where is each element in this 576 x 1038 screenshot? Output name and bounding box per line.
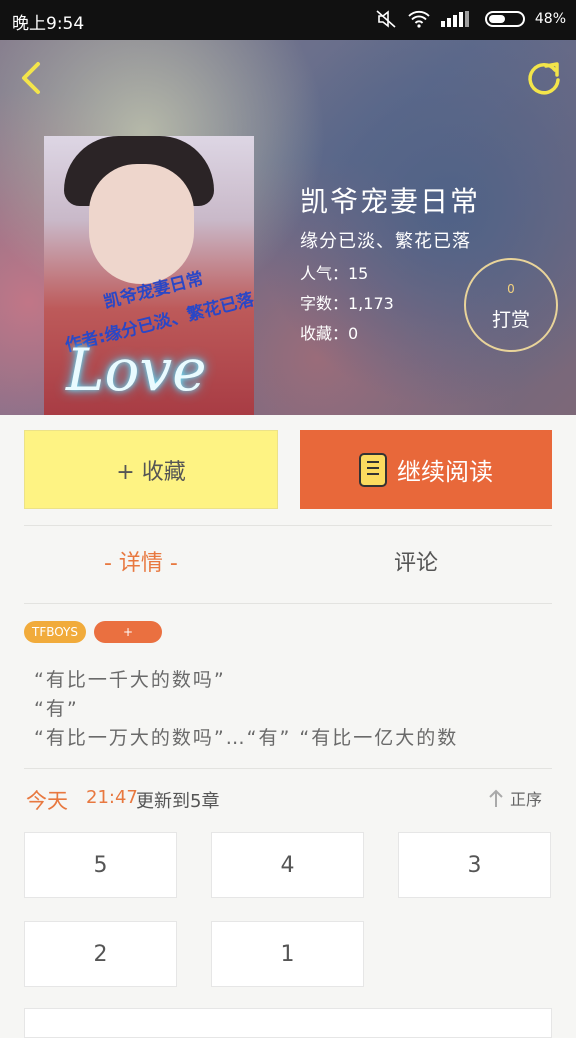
- sort-order-button[interactable]: 正序: [488, 786, 542, 810]
- description-line: “有比一万大的数吗”…“有” “有比一亿大的数: [34, 727, 459, 749]
- arrow-up-icon: [489, 789, 503, 807]
- chapter-list-more[interactable]: [24, 1008, 552, 1038]
- update-day: 今天: [26, 789, 68, 813]
- back-button[interactable]: [16, 58, 48, 98]
- divider: [24, 768, 552, 769]
- update-text: 更新到5章: [136, 791, 220, 812]
- refresh-button[interactable]: [524, 58, 564, 98]
- book-author: 缘分已淡、繁花已落: [300, 231, 471, 252]
- description-line: “有”: [34, 698, 79, 720]
- continue-reading-label: 继续阅读: [397, 458, 493, 486]
- battery-percent: 48%: [534, 11, 566, 27]
- word-count-stat: 字数：1,173: [300, 294, 394, 313]
- signal-icon: [440, 11, 469, 27]
- battery-icon: [484, 11, 525, 27]
- cover-art-text: Love: [66, 336, 207, 404]
- add-favorite-label: + 收藏: [116, 459, 186, 485]
- book-header: 凯爷宠妻日常 作者:缘分已淡、繁花已落 Love 凯爷宠妻日常 缘分已淡、繁花已…: [0, 40, 576, 415]
- continue-reading-button[interactable]: 继续阅读: [300, 430, 552, 509]
- chevron-left-icon: [22, 62, 40, 94]
- status-bar: 晚上9:54 48%: [0, 0, 576, 40]
- add-favorite-button[interactable]: + 收藏: [24, 430, 278, 509]
- tab-details[interactable]: - 详情 -: [104, 545, 178, 577]
- chapter-button[interactable]: 5: [24, 832, 177, 898]
- tip-button[interactable]: 0 打赏: [464, 258, 558, 352]
- description-line: “有比一千大的数吗”: [34, 669, 226, 691]
- status-icons: 48%: [375, 9, 566, 29]
- sort-order-label: 正序: [510, 790, 543, 809]
- wifi-icon: [408, 10, 430, 28]
- add-tag-button[interactable]: +: [94, 621, 162, 643]
- tip-label: 打赏: [491, 309, 530, 331]
- mute-icon: [376, 10, 396, 28]
- refresh-icon: [528, 62, 560, 95]
- status-time: 晚上9:54: [12, 14, 85, 34]
- book-icon: [359, 452, 387, 487]
- popularity-stat: 人气：15: [300, 264, 369, 283]
- divider: [24, 525, 552, 526]
- book-cover[interactable]: 凯爷宠妻日常 作者:缘分已淡、繁花已落 Love: [44, 136, 254, 415]
- tab-comments[interactable]: 评论: [394, 545, 438, 577]
- chapter-button[interactable]: 2: [24, 921, 177, 987]
- chapter-button[interactable]: 3: [398, 832, 551, 898]
- tip-count: 0: [507, 282, 515, 296]
- update-time: 21:47: [86, 787, 138, 808]
- divider: [24, 603, 552, 604]
- chapter-button[interactable]: 4: [211, 832, 364, 898]
- tag-tfboys[interactable]: TFBOYS: [24, 621, 86, 643]
- chapter-button[interactable]: 1: [211, 921, 364, 987]
- favorites-stat: 收藏：0: [300, 324, 359, 343]
- book-title: 凯爷宠妻日常: [300, 185, 481, 218]
